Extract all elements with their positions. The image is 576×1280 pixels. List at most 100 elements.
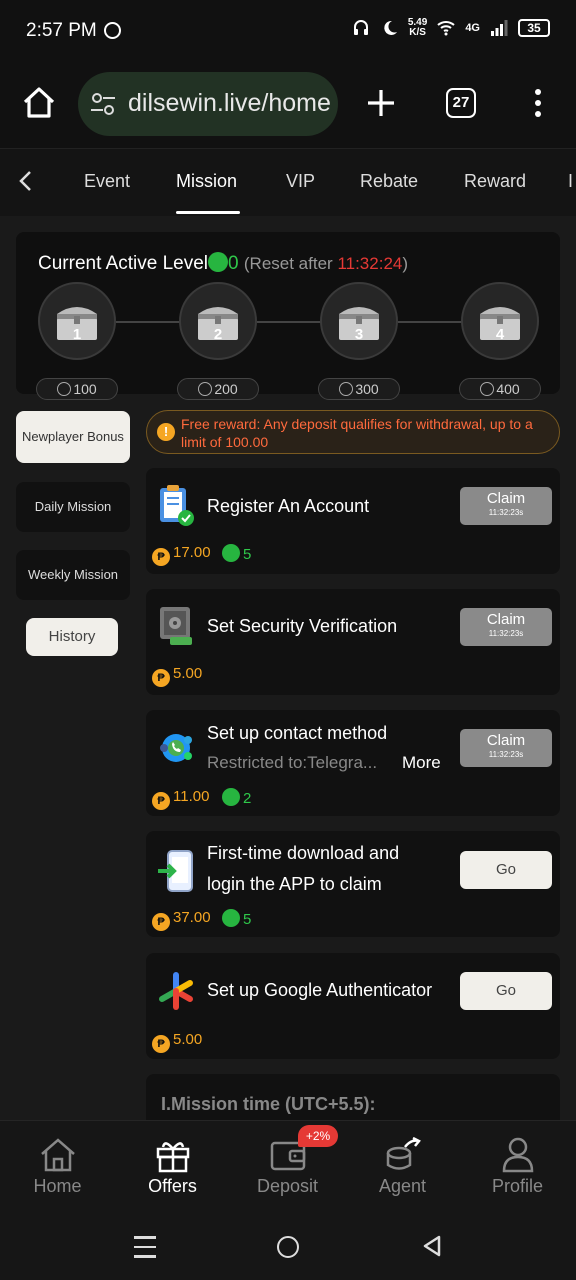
bolt-icon [339, 382, 354, 396]
mission-card-download-app: First-time download and login the APP to… [146, 831, 560, 937]
coin-icon: ₱ [152, 792, 170, 810]
active-level-value: 0 [228, 253, 239, 274]
wifi-icon [437, 21, 455, 36]
coin-reward: ₱ 37.00 [152, 909, 211, 931]
coin-icon: ₱ [152, 669, 170, 687]
clipboard-check-icon [160, 485, 194, 526]
system-home-icon[interactable] [277, 1236, 299, 1258]
home-icon [41, 1138, 75, 1172]
back-icon[interactable] [422, 1234, 442, 1258]
category-tabs: Event Mission VIP Rebate Reward I [0, 148, 576, 216]
home-icon[interactable] [20, 84, 58, 122]
rules-title: I.Mission time (UTC+5.5): [161, 1094, 376, 1114]
mission-title: Register An Account [207, 496, 370, 516]
gift-icon [156, 1142, 190, 1173]
mission-card-security: Set Security Verification Claim 11:32:23s… [146, 589, 560, 695]
status-icons: 5.49 K/S 4G 35 [352, 18, 550, 38]
bolt-reward: 5 [222, 544, 251, 563]
mission-card-contact: Set up contact method Restricted to:Tele… [146, 710, 560, 816]
status-bar: 2:57 PM 5.49 K/S 4G 35 [0, 0, 576, 62]
mission-card-google-authenticator: Set up Google Authenticator Go ₱ 5.00 [146, 953, 560, 1059]
deposit-bonus-badge: +2% [298, 1125, 338, 1147]
main-content: Current Active Level 0 (Reset after 11:32… [0, 216, 576, 1120]
nav-home[interactable]: Home [0, 1121, 115, 1215]
signal-icon [491, 20, 508, 36]
safe-icon [160, 607, 192, 645]
agent-icon [386, 1137, 421, 1170]
bolt-icon [208, 252, 229, 272]
tab-switcher-button[interactable]: 27 [446, 88, 476, 118]
claim-button[interactable]: Claim 11:32:23s [460, 729, 552, 767]
active-tab-indicator [176, 211, 240, 214]
coin-reward: ₱ 5.00 [152, 1031, 202, 1053]
claim-button[interactable]: Claim 11:32:23s [460, 608, 552, 646]
active-level-card: Current Active Level 0 (Reset after 11:32… [16, 232, 560, 400]
moon-icon [384, 20, 397, 35]
free-reward-notice: ! Free reward: Any deposit qualifies for… [146, 410, 560, 454]
phone-download-icon [158, 850, 193, 892]
side-daily-mission[interactable]: Daily Mission [16, 482, 130, 532]
browser-toolbar: dilsewin.live/home 27 [0, 62, 576, 146]
coin-reward: ₱ 5.00 [152, 665, 202, 687]
bolt-icon [198, 382, 213, 396]
mission-restriction: Restricted to:Telegra... [207, 753, 378, 772]
profile-icon [502, 1137, 534, 1173]
bolt-reward: 5 [222, 909, 251, 928]
tab-rebate[interactable]: Rebate [360, 171, 418, 192]
treasure-chest-1[interactable]: 1 [38, 282, 116, 360]
coin-icon: ₱ [152, 1035, 170, 1053]
coin-icon: ₱ [152, 913, 170, 931]
overflow-menu-icon[interactable] [530, 86, 546, 120]
nav-profile[interactable]: Profile [460, 1121, 575, 1215]
headset-icon [353, 20, 368, 35]
mission-card-register: Register An Account Claim 11:32:23s ₱ 17.0… [146, 468, 560, 574]
tab-reward[interactable]: Reward [464, 171, 526, 192]
nav-agent[interactable]: Agent [345, 1121, 460, 1215]
claim-button[interactable]: Claim 11:32:23s [460, 487, 552, 525]
site-settings-icon[interactable] [90, 92, 116, 116]
url-text[interactable]: dilsewin.live/home [128, 89, 331, 118]
active-level-title: Current Active Level 0 (Reset after 11:32… [38, 252, 409, 274]
coin-icon: ₱ [152, 548, 170, 566]
tab-mission[interactable]: Mission [176, 171, 237, 192]
address-bar[interactable]: dilsewin.live/home [78, 72, 338, 136]
new-tab-icon[interactable] [362, 84, 400, 122]
bolt-icon [222, 788, 240, 806]
tab-vip[interactable]: VIP [286, 171, 315, 192]
treasure-chest-4[interactable]: 4 [461, 282, 539, 360]
battery-icon: 35 [518, 19, 550, 37]
system-navigation [0, 1214, 576, 1280]
chest-reward-3: 300 [318, 378, 400, 400]
more-link[interactable]: More [402, 753, 441, 773]
bolt-icon [222, 909, 240, 927]
contact-apps-icon [160, 734, 192, 762]
side-newplayer-bonus[interactable]: Newplayer Bonus [16, 411, 130, 463]
tab-more-offscreen[interactable]: I [568, 171, 573, 192]
nav-offers[interactable]: Offers [115, 1121, 230, 1215]
bolt-icon [57, 382, 72, 396]
chevron-left-icon[interactable] [14, 169, 38, 193]
go-button[interactable]: Go [460, 851, 552, 889]
history-button[interactable]: History [26, 618, 118, 656]
network-speed: 5.49 K/S [407, 17, 428, 38]
network-type: 4G [465, 22, 480, 34]
mission-title-line1: First-time download and [207, 843, 400, 863]
treasure-chest-2[interactable]: 2 [179, 282, 257, 360]
treasure-chest-3[interactable]: 3 [320, 282, 398, 360]
coin-reward: ₱ 17.00 [152, 544, 211, 566]
side-weekly-mission[interactable]: Weekly Mission [16, 550, 130, 600]
mission-title: Set Security Verification [207, 616, 398, 636]
coin-reward: ₱ 11.00 [152, 788, 209, 810]
chest-reward-1: 100 [36, 378, 118, 400]
info-icon: ! [157, 423, 175, 441]
bolt-icon [480, 382, 495, 396]
status-time: 2:57 PM [26, 20, 97, 41]
tab-event[interactable]: Event [84, 171, 130, 192]
recent-apps-icon[interactable] [134, 1236, 156, 1258]
mission-rules: I.Mission time (UTC+5.5): [146, 1074, 560, 1120]
reset-countdown: (Reset after 11:32:24) [243, 254, 409, 273]
go-button[interactable]: Go [460, 972, 552, 1010]
bolt-reward: 2 [222, 788, 251, 807]
bottom-navigation: Home Offers Deposit +2% Agent Profile [0, 1120, 576, 1214]
google-authenticator-icon [159, 972, 193, 1010]
